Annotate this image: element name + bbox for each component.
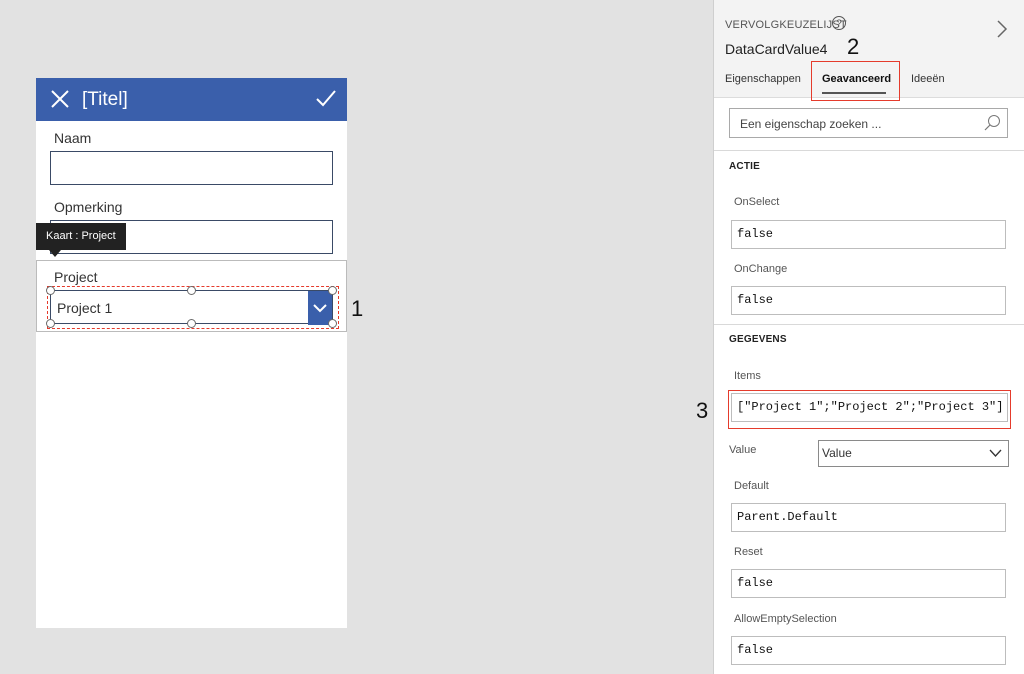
svg-text:?: ? <box>836 19 842 30</box>
form-title: [Titel] <box>82 89 128 110</box>
section-divider <box>714 150 1024 151</box>
allowemptyselection-label: AllowEmptySelection <box>734 613 837 625</box>
reset-label: Reset <box>734 546 763 558</box>
chevron-down-icon <box>989 449 1002 457</box>
default-input[interactable]: Parent.Default <box>731 503 1006 532</box>
tab-eigenschappen[interactable]: Eigenschappen <box>725 73 801 85</box>
card-tooltip: Kaart : Project <box>36 223 126 250</box>
close-icon[interactable] <box>49 88 71 110</box>
search-icon[interactable] <box>983 114 1001 132</box>
property-search-input[interactable] <box>738 110 972 138</box>
control-name: DataCardValue4 <box>725 41 828 57</box>
chevron-right-icon[interactable] <box>994 18 1010 40</box>
onselect-label: OnSelect <box>734 196 780 208</box>
form-header: [Titel] <box>36 78 347 121</box>
control-type-label: VERVOLGKEUZELIJST <box>725 19 847 31</box>
resize-handle[interactable] <box>328 319 337 328</box>
naam-label: Naam <box>54 130 92 146</box>
opmerking-label: Opmerking <box>54 199 123 215</box>
section-divider <box>714 324 1024 325</box>
onselect-input[interactable]: false <box>731 220 1006 249</box>
value-select[interactable]: Value <box>818 440 1009 467</box>
resize-handle[interactable] <box>187 319 196 328</box>
callout-number: 2 <box>847 34 860 59</box>
onchange-label: OnChange <box>734 263 788 275</box>
resize-handle[interactable] <box>187 286 196 295</box>
edit-form: [Titel] Naam Opmerking Project Project 1… <box>36 78 347 628</box>
value-label: Value <box>729 444 757 456</box>
section-actie-title: ACTIE <box>729 161 760 172</box>
properties-panel: VERVOLGKEUZELIJST ? DataCardValue4 Eigen… <box>713 0 1024 674</box>
default-label: Default <box>734 480 769 492</box>
onchange-input[interactable]: false <box>731 286 1006 315</box>
tooltip-arrow <box>49 250 61 257</box>
tab-ideeen[interactable]: Ideeën <box>911 73 945 85</box>
callout-number: 1 <box>351 296 364 321</box>
section-gegevens-title: GEGEVENS <box>729 334 787 345</box>
allowemptyselection-input[interactable]: false <box>731 636 1006 665</box>
items-highlight <box>728 390 1011 429</box>
value-select-text: Value <box>822 446 852 460</box>
resize-handle[interactable] <box>328 286 337 295</box>
property-search[interactable] <box>729 108 1008 138</box>
resize-handle[interactable] <box>46 319 55 328</box>
checkmark-icon[interactable] <box>315 87 337 109</box>
reset-input[interactable]: false <box>731 569 1006 598</box>
tab-highlight <box>811 61 900 101</box>
items-label: Items <box>734 370 761 382</box>
project-label: Project <box>54 269 98 285</box>
help-icon[interactable]: ? <box>831 15 847 31</box>
resize-handle[interactable] <box>46 286 55 295</box>
callout-number: 3 <box>696 398 709 423</box>
naam-input[interactable] <box>50 151 333 185</box>
